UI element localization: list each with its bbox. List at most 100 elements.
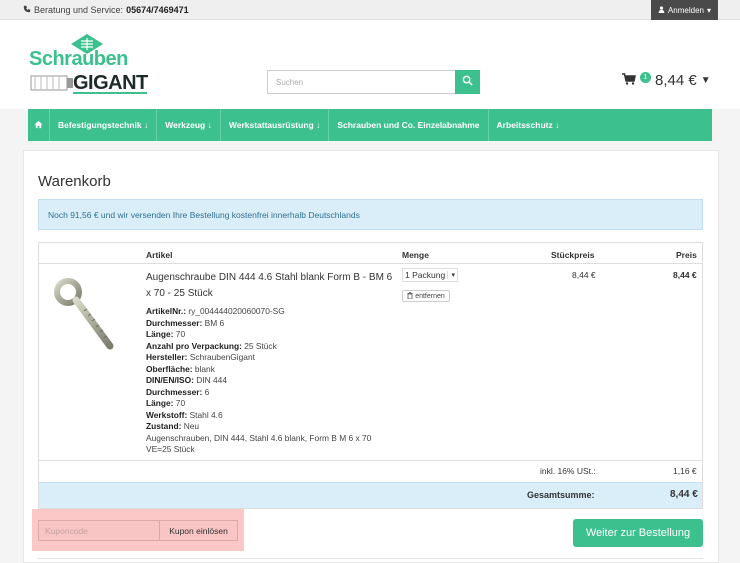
- cart-total: 8,44 €: [655, 72, 697, 89]
- arrow-down-icon: ↓: [143, 120, 149, 130]
- product-description: Augenschrauben, DIN 444, Stahl 4.6 blank…: [146, 432, 372, 455]
- attribute-row: Werkstoff: Stahl 4.6: [146, 410, 396, 422]
- attribute-value: ry_004444020060070-SG: [188, 306, 285, 316]
- attribute-value: BM 6: [204, 317, 225, 328]
- divider: [38, 558, 703, 559]
- attribute-value: 6: [204, 386, 210, 397]
- login-button[interactable]: Anmelden ▾: [651, 0, 718, 20]
- total-value: 8,44 €: [670, 489, 698, 500]
- attribute-key: Hersteller:: [146, 352, 188, 362]
- attribute-row: Zustand: Neu: [146, 421, 396, 433]
- remove-label: entfernen: [415, 292, 445, 300]
- site-logo[interactable]: Schrauben GIGANT: [29, 32, 149, 100]
- header-unit-price: Stückpreis: [551, 250, 595, 260]
- trash-icon: [407, 291, 413, 301]
- attribute-value: blank: [194, 363, 215, 374]
- total-label: Gesamtsumme:: [527, 490, 595, 500]
- nav-item-befestigungstechnik[interactable]: Befestigungstechnik ↓: [50, 109, 158, 141]
- nav-label: Werkstattausrüstung: [228, 120, 314, 130]
- arrow-down-icon: ↓: [207, 120, 212, 130]
- nav-item-werkstattausruestung[interactable]: Werkstattausrüstung ↓: [221, 109, 330, 141]
- remove-item-button[interactable]: entfernen: [402, 290, 450, 302]
- quantity-value: 1 Packung: [405, 270, 446, 280]
- attribute-key: Länge:: [146, 398, 174, 408]
- caret-down-icon: ▾: [447, 271, 455, 279]
- attribute-row: Durchmesser: 6: [146, 387, 396, 399]
- attribute-key: Zustand:: [146, 421, 182, 431]
- attribute-value: 25 Stück: [244, 340, 277, 351]
- logo-text-top: Schrauben: [29, 48, 128, 70]
- login-label: Anmelden: [667, 5, 704, 15]
- attribute-key: Anzahl pro Verpackung:: [146, 340, 242, 351]
- attribute-value: DIN 444: [196, 375, 227, 385]
- nav-label: Arbeitsschutz: [496, 120, 553, 130]
- nav-item-werkzeug[interactable]: Werkzeug ↓: [157, 109, 221, 141]
- nav-label: Schrauben und Co. Einzelabnahme: [337, 120, 480, 130]
- attribute-value: Neu: [183, 421, 200, 431]
- caret-down-icon: ▾: [707, 5, 712, 15]
- attribute-row: Anzahl pro Verpackung: 25 Stück: [146, 341, 396, 353]
- nav-label: Befestigungstechnik: [58, 120, 142, 130]
- attribute-key: Länge:: [146, 329, 174, 339]
- phone-icon: [23, 5, 31, 15]
- attribute-value: 70: [175, 398, 186, 408]
- cart-summary[interactable]: 1 8,44 € ▼: [622, 72, 711, 89]
- attribute-key: ArtikelNr.:: [146, 306, 187, 316]
- search-icon: [462, 75, 473, 89]
- attribute-row: Länge: 70: [146, 398, 396, 410]
- quantity-select[interactable]: 1 Packung ▾: [402, 268, 458, 282]
- header-price: Preis: [676, 250, 697, 260]
- service-phone[interactable]: 05674/7469471: [126, 5, 189, 15]
- nav-item-einzelabnahme[interactable]: Schrauben und Co. Einzelabnahme: [329, 109, 489, 141]
- attribute-value: 70: [175, 329, 186, 339]
- attribute-key: Werkstoff:: [146, 409, 188, 420]
- divider: [39, 263, 702, 264]
- user-icon: [658, 5, 665, 15]
- tax-label: inkl. 16% USt.:: [540, 466, 596, 476]
- redeem-coupon-button[interactable]: Kupon einlösen: [159, 520, 238, 541]
- attribute-key: Oberfläche:: [146, 363, 193, 374]
- attribute-row: Länge: 70: [146, 329, 396, 341]
- tax-value: 1,16 €: [673, 466, 697, 476]
- attribute-row: Durchmesser: BM 6: [146, 318, 396, 330]
- arrow-down-icon: ↓: [555, 120, 560, 130]
- main-nav: Befestigungstechnik ↓ Werkzeug ↓ Werksta…: [28, 109, 712, 141]
- cart-count-badge: 1: [640, 72, 651, 83]
- total-row: [39, 482, 702, 508]
- nav-item-arbeitsschutz[interactable]: Arbeitsschutz ↓: [489, 109, 568, 141]
- header-article: Artikel: [146, 250, 173, 260]
- arrow-down-icon: ↓: [316, 120, 321, 130]
- page-title: Warenkorb: [38, 173, 111, 190]
- logo-text-bottom: GIGANT: [73, 72, 148, 94]
- attribute-row: Hersteller: SchraubenGigant: [146, 352, 396, 364]
- product-name-link[interactable]: Augenschraube DIN 444 4.6 Stahl blank Fo…: [146, 270, 396, 302]
- attribute-key: DIN/EN/ISO:: [146, 375, 194, 385]
- nav-home[interactable]: [28, 109, 50, 141]
- search-button[interactable]: [455, 70, 480, 94]
- checkout-button[interactable]: Weiter zur Bestellung: [573, 519, 703, 547]
- attribute-value: Stahl 4.6: [189, 409, 223, 420]
- header-qty: Menge: [402, 250, 429, 260]
- attribute-key: Durchmesser:: [146, 386, 203, 397]
- caret-down-icon: ▼: [700, 75, 711, 86]
- shipping-notice: Noch 91,56 € und wir versenden Ihre Best…: [38, 199, 703, 230]
- top-bar: Beratung und Service: 05674/7469471 Anme…: [0, 0, 740, 20]
- attribute-row: DIN/EN/ISO: DIN 444: [146, 375, 396, 387]
- divider: [39, 460, 702, 461]
- home-icon: [34, 120, 43, 131]
- unit-price: 8,44 €: [572, 270, 596, 280]
- product-image[interactable]: [52, 274, 122, 354]
- attribute-key: Durchmesser:: [146, 317, 203, 328]
- search-input[interactable]: Suchen: [267, 70, 455, 94]
- coupon-input[interactable]: Kuponcode: [38, 520, 160, 541]
- header: Schrauben GIGANT Suchen 1 8,44 € ▼: [0, 20, 740, 109]
- service-info: Beratung und Service: 05674/7469471: [23, 5, 189, 15]
- attribute-value: SchraubenGigant: [189, 352, 255, 362]
- service-label: Beratung und Service:: [34, 5, 124, 15]
- attribute-row: ArtikelNr.: ry_004444020060070-SG: [146, 306, 396, 318]
- attribute-row: Oberfläche: blank: [146, 364, 396, 376]
- nav-label: Werkzeug: [165, 120, 206, 130]
- line-price: 8,44 €: [673, 270, 697, 280]
- product-attributes: ArtikelNr.: ry_004444020060070-SG Durchme…: [146, 306, 396, 456]
- cart-icon: [622, 72, 636, 89]
